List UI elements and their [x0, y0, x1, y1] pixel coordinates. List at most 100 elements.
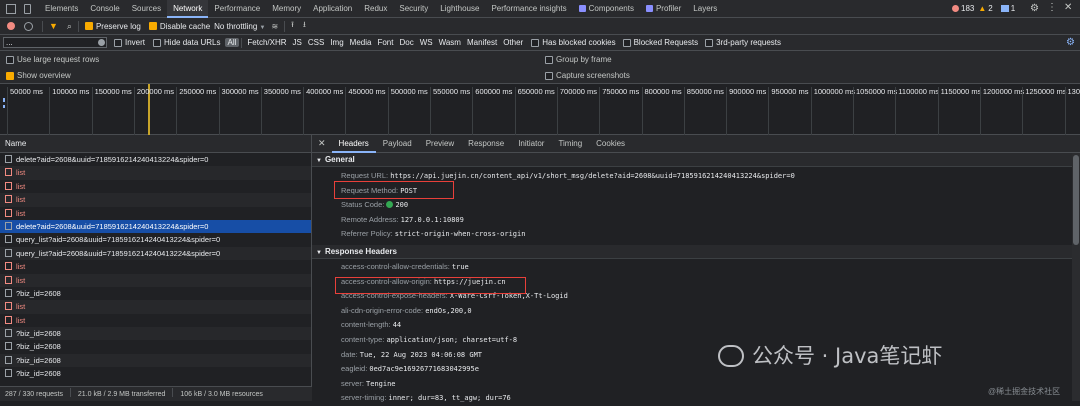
tab-timing[interactable]: Timing: [551, 135, 589, 153]
tab-redux[interactable]: Redux: [358, 0, 393, 18]
tab-response[interactable]: Response: [461, 135, 511, 153]
general-section-header[interactable]: ▼General: [312, 153, 1080, 167]
blocked-requests-checkbox[interactable]: [623, 39, 631, 47]
header-value[interactable]: 200: [395, 201, 408, 209]
document-icon: [5, 209, 12, 217]
filter-type-doc[interactable]: Doc: [396, 38, 416, 47]
clear-icon[interactable]: [24, 22, 33, 31]
request-row[interactable]: delete?aid=2608&uuid=7185916214240413224…: [0, 220, 311, 233]
tab-layers[interactable]: Layers: [687, 0, 723, 18]
tab-performance[interactable]: Performance: [208, 0, 266, 18]
filter-type-all[interactable]: All: [225, 38, 240, 47]
tab-components[interactable]: Components: [573, 0, 640, 18]
throttling-select[interactable]: No throttling ▼: [214, 22, 265, 31]
filter-type-css[interactable]: CSS: [305, 38, 327, 47]
tab-security[interactable]: Security: [393, 0, 434, 18]
column-header-name[interactable]: Name: [0, 135, 311, 153]
error-icon: [952, 5, 959, 12]
tab-payload[interactable]: Payload: [376, 135, 419, 153]
header-value[interactable]: Tue, 22 Aug 2023 04:06:08 GMT: [360, 351, 482, 359]
filter-type-other[interactable]: Other: [500, 38, 526, 47]
request-row[interactable]: delete?aid=2608&uuid=7185916214240413224…: [0, 153, 311, 166]
hide-data-urls-checkbox[interactable]: [153, 39, 161, 47]
filter-type-img[interactable]: Img: [327, 38, 346, 47]
document-icon: [5, 316, 12, 324]
header-value[interactable]: true: [452, 263, 469, 271]
preserve-log-checkbox[interactable]: [85, 22, 93, 30]
disable-cache-checkbox[interactable]: [149, 22, 157, 30]
tab-memory[interactable]: Memory: [266, 0, 307, 18]
tab-cookies[interactable]: Cookies: [589, 135, 632, 153]
filter-type-ws[interactable]: WS: [417, 38, 436, 47]
request-row[interactable]: list: [0, 193, 311, 206]
tab-performance-insights[interactable]: Performance insights: [485, 0, 572, 18]
request-row[interactable]: ?biz_id=2608: [0, 354, 311, 367]
filter-type-media[interactable]: Media: [347, 38, 375, 47]
tab-network[interactable]: Network: [167, 0, 208, 18]
request-row[interactable]: list: [0, 180, 311, 193]
third-party-checkbox[interactable]: [705, 39, 713, 47]
response-headers-section-header[interactable]: ▼Response Headers: [312, 245, 1080, 259]
filter-type-font[interactable]: Font: [374, 38, 396, 47]
tab-lighthouse[interactable]: Lighthouse: [434, 0, 485, 18]
filter-icon[interactable]: ▼: [49, 21, 58, 31]
device-toolbar-icon[interactable]: [24, 4, 31, 14]
header-value[interactable]: Tengine: [366, 380, 396, 388]
show-overview-checkbox[interactable]: [6, 72, 14, 80]
header-value[interactable]: 44: [393, 321, 401, 329]
filter-type-manifest[interactable]: Manifest: [464, 38, 500, 47]
request-row[interactable]: ?biz_id=2608: [0, 327, 311, 340]
large-rows-checkbox[interactable]: [6, 56, 14, 64]
request-row[interactable]: ?biz_id=2608: [0, 287, 311, 300]
request-row[interactable]: list: [0, 274, 311, 287]
request-row[interactable]: query_list?aid=2608&uuid=718591621424041…: [0, 247, 311, 260]
group-by-frame-checkbox[interactable]: [545, 56, 553, 64]
request-row[interactable]: list: [0, 300, 311, 313]
network-settings-gear-icon[interactable]: ⚙: [1066, 37, 1075, 48]
invert-checkbox[interactable]: [114, 39, 122, 47]
gear-icon[interactable]: ⚙: [1030, 3, 1039, 14]
close-icon[interactable]: ✕: [1064, 2, 1072, 13]
issue-badges[interactable]: 183 ▲ 2 1: [952, 4, 1015, 13]
clear-filter-icon[interactable]: [98, 39, 105, 46]
record-icon[interactable]: [7, 22, 15, 30]
request-row[interactable]: list: [0, 314, 311, 327]
header-value[interactable]: 127.0.0.1:10809: [401, 216, 464, 224]
more-options-icon[interactable]: ⋮: [1047, 2, 1057, 13]
header-value[interactable]: inner; dur=83, tt_agw; dur=76: [389, 394, 511, 402]
header-value[interactable]: 0ed7ac9e16926771683042995e: [369, 365, 479, 373]
filter-type-js[interactable]: JS: [290, 38, 305, 47]
tab-preview[interactable]: Preview: [419, 135, 461, 153]
header-value[interactable]: https://api.juejin.cn/content_api/v1/sho…: [390, 172, 795, 180]
request-row[interactable]: ?biz_id=2608: [0, 340, 311, 353]
request-row[interactable]: list: [0, 260, 311, 273]
network-conditions-icon[interactable]: ≋: [271, 22, 278, 31]
export-har-icon[interactable]: ⭳: [303, 19, 306, 33]
tab-elements[interactable]: Elements: [39, 0, 84, 18]
tab-initiator[interactable]: Initiator: [511, 135, 551, 153]
filter-type-wasm[interactable]: Wasm: [436, 38, 464, 47]
request-row[interactable]: list: [0, 207, 311, 220]
header-value[interactable]: endOs,200,0: [425, 307, 471, 315]
search-icon[interactable]: ⌕: [67, 21, 72, 32]
header-value[interactable]: application/json; charset=utf-8: [386, 336, 517, 344]
has-blocked-cookies-checkbox[interactable]: [531, 39, 539, 47]
filter-type-fetch-xhr[interactable]: Fetch/XHR: [244, 38, 289, 47]
capture-screenshots-checkbox[interactable]: [545, 72, 553, 80]
tab-application[interactable]: Application: [307, 0, 358, 18]
detail-scrollbar[interactable]: [1072, 153, 1080, 401]
inspect-element-icon[interactable]: [6, 4, 16, 14]
request-row[interactable]: query_list?aid=2608&uuid=718591621424041…: [0, 233, 311, 246]
request-row[interactable]: list: [0, 166, 311, 179]
timeline-overview[interactable]: 50000 ms100000 ms150000 ms200000 ms25000…: [0, 84, 1080, 135]
close-detail-icon[interactable]: ✕: [318, 138, 326, 149]
import-har-icon[interactable]: ⭱: [291, 19, 294, 33]
tab-profiler[interactable]: Profiler: [640, 0, 687, 18]
filter-input[interactable]: ...: [3, 37, 107, 48]
tab-console[interactable]: Console: [84, 0, 125, 18]
tab-sources[interactable]: Sources: [126, 0, 167, 18]
header-value[interactable]: strict-origin-when-cross-origin: [395, 230, 526, 238]
scrollbar-thumb[interactable]: [1073, 155, 1079, 245]
request-row[interactable]: ?biz_id=2608: [0, 367, 311, 380]
tab-headers[interactable]: Headers: [332, 135, 376, 153]
